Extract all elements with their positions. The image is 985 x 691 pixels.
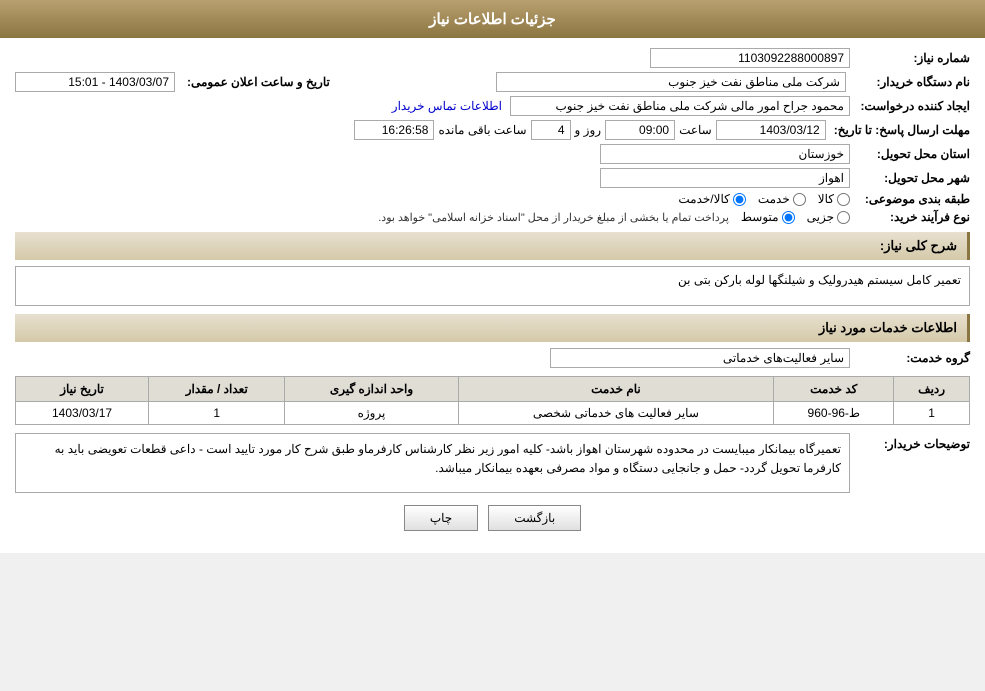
col-unit: واحد اندازه گیری: [285, 377, 458, 402]
purchase-type-radio-group: جزیی متوسط: [741, 210, 850, 224]
buyer-desc-value: تعمیرگاه بیمانکار میبایست در محدوده شهرس…: [15, 433, 850, 493]
creator-row: ایجاد کننده درخواست: محمود جراح امور مال…: [15, 96, 970, 116]
service-table-head: ردیف کد خدمت نام خدمت واحد اندازه گیری ت…: [16, 377, 970, 402]
col-qty: تعداد / مقدار: [149, 377, 285, 402]
need-desc-header-label: شرح کلی نیاز:: [880, 238, 957, 253]
cell-service-code: ط-96-960: [774, 402, 894, 425]
city-row: شهر محل تحویل: اهواز: [15, 168, 970, 188]
type-motavasset-label: متوسط: [741, 210, 779, 224]
services-header-label: اطلاعات خدمات مورد نیاز: [819, 320, 957, 335]
province-row: استان محل تحویل: خوزستان: [15, 144, 970, 164]
cat-khedmat-radio[interactable]: [793, 193, 806, 206]
table-row: 1 ط-96-960 سایر فعالیت های خدماتی شخصی پ…: [16, 402, 970, 425]
announcement-value: 1403/03/07 - 15:01: [15, 72, 175, 92]
time-label: ساعت: [679, 123, 712, 137]
cat-khedmat-label: خدمت: [758, 192, 790, 206]
purchase-type-row: نوع فرآیند خرید: جزیی متوسط پرداخت تمام …: [15, 210, 970, 224]
content-area: شماره نیاز: 1103092288000897 نام دستگاه …: [0, 38, 985, 553]
cat-khedmat: خدمت: [758, 192, 806, 206]
service-table-body: 1 ط-96-960 سایر فعالیت های خدماتی شخصی پ…: [16, 402, 970, 425]
service-group-row: گروه خدمت: سایر فعالیت‌های خدماتی: [15, 348, 970, 368]
need-desc-value: تعمیر کامل سیستم هیدرولیک و شیلنگها لوله…: [15, 266, 970, 306]
need-desc-row: تعمیر کامل سیستم هیدرولیک و شیلنگها لوله…: [15, 266, 970, 306]
reply-days: 4: [531, 120, 571, 140]
service-group-value: سایر فعالیت‌های خدماتی: [550, 348, 850, 368]
type-motavasset: متوسط: [741, 210, 795, 224]
province-value: خوزستان: [600, 144, 850, 164]
contact-link[interactable]: اطلاعات تماس خریدار: [392, 99, 502, 113]
buyer-desc-label: توضیحات خریدار:: [850, 433, 970, 451]
col-row-num: ردیف: [894, 377, 970, 402]
page-title: جزئیات اطلاعات نیاز: [429, 11, 556, 28]
purchase-type-label: نوع فرآیند خرید:: [850, 210, 970, 224]
type-motavasset-radio[interactable]: [782, 211, 795, 224]
cell-date: 1403/03/17: [16, 402, 149, 425]
cat-kala-radio[interactable]: [837, 193, 850, 206]
remain-label: ساعت باقی مانده: [438, 123, 526, 137]
cat-kala: کالا: [818, 192, 850, 206]
cat-both-label: کالا/خدمت: [678, 192, 729, 206]
city-label: شهر محل تحویل:: [850, 171, 970, 185]
need-number-label: شماره نیاز:: [850, 51, 970, 65]
type-jozii: جزیی: [807, 210, 850, 224]
cell-service-name: سایر فعالیت های خدماتی شخصی: [458, 402, 774, 425]
need-number-value: 1103092288000897: [650, 48, 850, 68]
cat-both-radio[interactable]: [733, 193, 746, 206]
type-jozii-radio[interactable]: [837, 211, 850, 224]
back-button[interactable]: بازگشت: [488, 505, 581, 531]
page-container: جزئیات اطلاعات نیاز شماره نیاز: 11030922…: [0, 0, 985, 553]
need-number-row: شماره نیاز: 1103092288000897: [15, 48, 970, 68]
creator-value: محمود جراح امور مالی شرکت ملی مناطق نفت …: [510, 96, 850, 116]
creator-label: ایجاد کننده درخواست:: [850, 99, 970, 113]
page-header: جزئیات اطلاعات نیاز: [0, 0, 985, 38]
service-group-label: گروه خدمت:: [850, 351, 970, 365]
service-table: ردیف کد خدمت نام خدمت واحد اندازه گیری ت…: [15, 376, 970, 425]
services-section-header: اطلاعات خدمات مورد نیاز: [15, 314, 970, 342]
buyer-org-value: شرکت ملی مناطق نفت خیز جنوب: [496, 72, 846, 92]
col-service-name: نام خدمت: [458, 377, 774, 402]
category-row: طبقه بندی موضوعی: کالا خدمت کالا/خدمت: [15, 192, 970, 206]
purchase-type-note: پرداخت تمام یا بخشی از مبلغ خریدار از مح…: [378, 211, 729, 224]
reply-time: 09:00: [605, 120, 675, 140]
cell-row-num: 1: [894, 402, 970, 425]
cat-kala-khedmat: کالا/خدمت: [678, 192, 745, 206]
org-announcement-row: نام دستگاه خریدار: شرکت ملی مناطق نفت خی…: [15, 72, 970, 92]
city-value: اهواز: [600, 168, 850, 188]
cell-qty: 1: [149, 402, 285, 425]
deadline-label: مهلت ارسال پاسخ: تا تاریخ:: [826, 123, 970, 137]
category-label: طبقه بندی موضوعی:: [850, 192, 970, 206]
category-radio-group: کالا خدمت کالا/خدمت: [678, 192, 850, 206]
buyer-org-label: نام دستگاه خریدار:: [850, 75, 970, 89]
reply-date: 1403/03/12: [716, 120, 826, 140]
type-jozii-label: جزیی: [807, 210, 834, 224]
reply-remain: 16:26:58: [354, 120, 434, 140]
table-header-row: ردیف کد خدمت نام خدمت واحد اندازه گیری ت…: [16, 377, 970, 402]
col-date: تاریخ نیاز: [16, 377, 149, 402]
announcement-label: تاریخ و ساعت اعلان عمومی:: [179, 75, 330, 89]
cat-kala-label: کالا: [818, 192, 834, 206]
button-row: بازگشت چاپ: [15, 505, 970, 531]
deadline-row: مهلت ارسال پاسخ: تا تاریخ: 1403/03/12 سا…: [15, 120, 970, 140]
cell-unit: پروژه: [285, 402, 458, 425]
province-label: استان محل تحویل:: [850, 147, 970, 161]
days-label: روز و: [575, 123, 602, 137]
need-desc-section-header: شرح کلی نیاز:: [15, 232, 970, 260]
buyer-desc-row: توضیحات خریدار: تعمیرگاه بیمانکار میبایس…: [15, 433, 970, 493]
print-button[interactable]: چاپ: [404, 505, 478, 531]
col-service-code: کد خدمت: [774, 377, 894, 402]
